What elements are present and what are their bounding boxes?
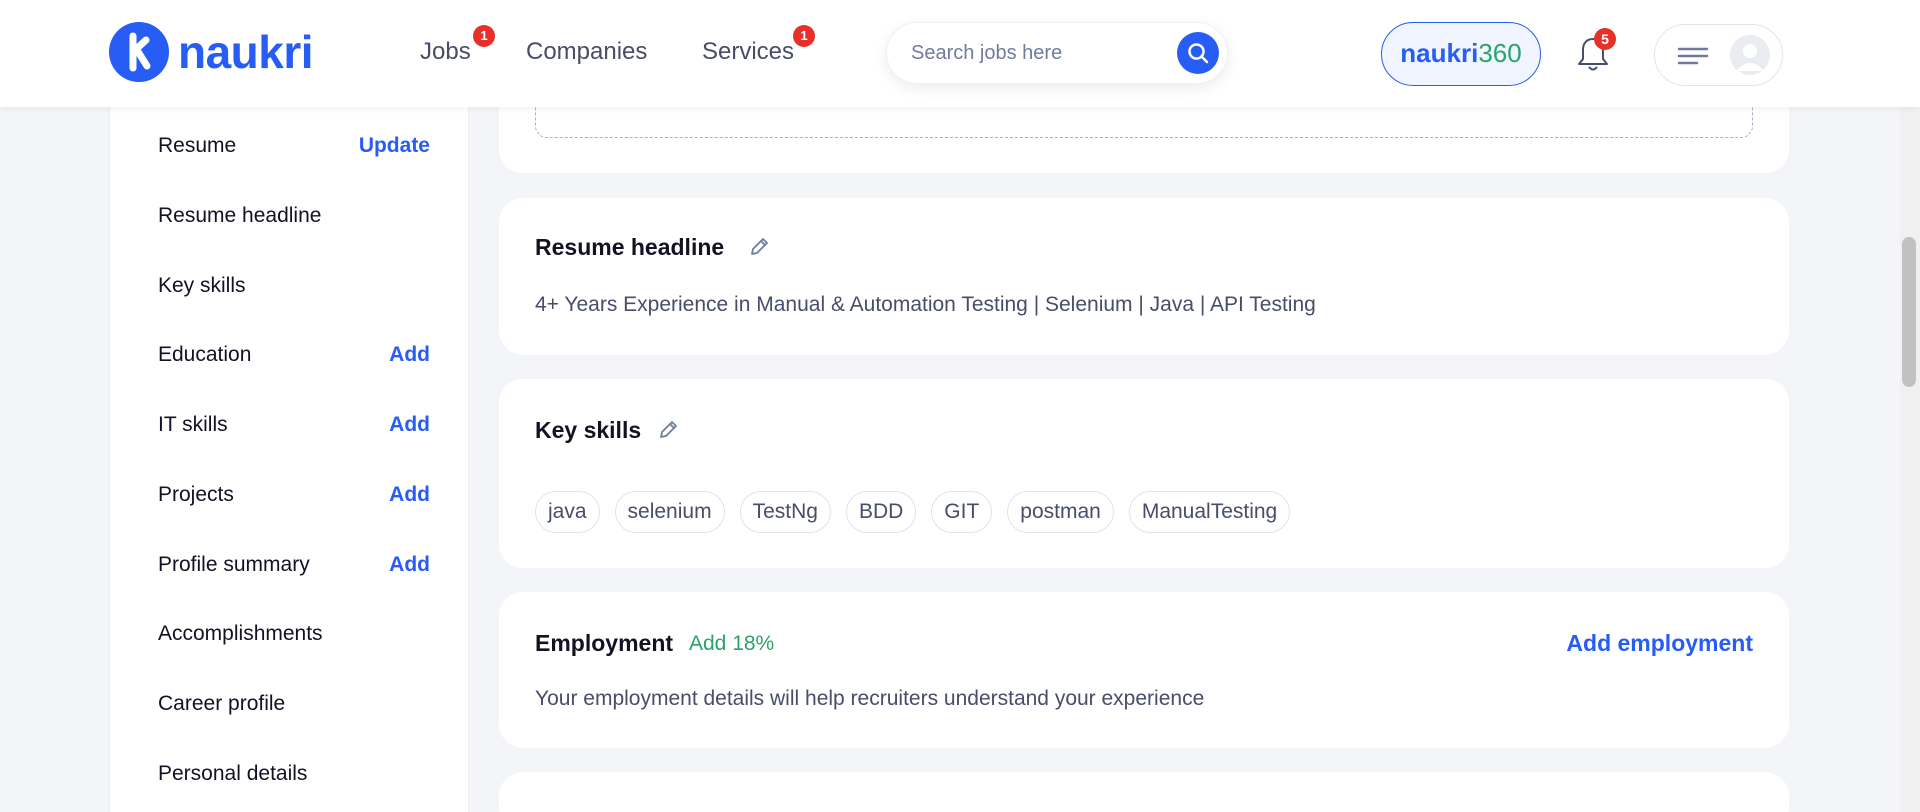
next-section-card <box>499 772 1789 812</box>
sidebar-item-label: Personal details <box>158 762 308 785</box>
services-badge: 1 <box>793 25 815 47</box>
sidebar-item-accomplishments[interactable]: Accomplishments <box>158 614 430 654</box>
sidebar-item-label: Projects <box>158 483 234 506</box>
resume-headline-text: 4+ Years Experience in Manual & Automati… <box>535 293 1316 316</box>
sidebar-item-projects[interactable]: Projects Add <box>158 475 430 515</box>
key-skills-card: Key skills java selenium TestNg BDD GIT … <box>499 379 1789 568</box>
nav-companies[interactable]: Companies <box>526 38 647 66</box>
sidebar-item-label: Education <box>158 343 252 366</box>
naukri-logo[interactable]: naukri <box>109 22 314 82</box>
sidebar-item-education[interactable]: Education Add <box>158 335 430 375</box>
sidebar-item-profile-summary[interactable]: Profile summary Add <box>158 545 430 585</box>
sidebar-item-label: Resume <box>158 134 237 157</box>
quick-links-sidebar: Resume Update Resume headline Key skills… <box>109 107 469 812</box>
search-input[interactable] <box>911 23 1161 83</box>
search-bar <box>886 22 1228 84</box>
sidebar-item-resume[interactable]: Resume Update <box>158 126 430 166</box>
sidebar-item-personal-details[interactable]: Personal details <box>158 754 430 794</box>
skill-chip: java <box>535 491 600 533</box>
skill-chip: selenium <box>614 491 725 533</box>
employment-add-percent: Add 18% <box>689 632 775 655</box>
naukri360-number: 360 <box>1478 38 1522 68</box>
sidebar-item-it-skills[interactable]: IT skills Add <box>158 405 430 445</box>
profile-summary-add-link[interactable]: Add <box>389 553 430 577</box>
naukri360-label: naukri <box>1400 38 1479 68</box>
sidebar-item-label: Profile summary <box>158 553 310 576</box>
employment-description: Your employment details will help recrui… <box>535 687 1205 710</box>
skill-chip: BDD <box>845 491 917 533</box>
skill-chip: GIT <box>931 491 993 533</box>
sidebar-item-label: Accomplishments <box>158 622 323 645</box>
notification-count-badge: 5 <box>1594 28 1616 50</box>
user-icon <box>1736 44 1764 71</box>
add-employment-button[interactable]: Add employment <box>1566 630 1753 657</box>
sidebar-item-label: Career profile <box>158 692 286 715</box>
scrollbar-thumb[interactable] <box>1902 237 1916 387</box>
sidebar-item-label: IT skills <box>158 413 228 436</box>
logo-text: naukri <box>178 26 314 78</box>
search-icon <box>1188 43 1209 64</box>
nav-jobs[interactable]: Jobs <box>420 38 471 66</box>
skill-chips: java selenium TestNg BDD GIT postman Man… <box>535 491 1305 533</box>
naukri360-button[interactable]: naukri360 <box>1381 22 1541 86</box>
search-button[interactable] <box>1177 32 1219 74</box>
edit-pencil-icon[interactable] <box>657 419 679 441</box>
nav-services[interactable]: Services <box>702 38 794 66</box>
profile-menu-button[interactable] <box>1654 24 1783 86</box>
sidebar-item-career-profile[interactable]: Career profile <box>158 684 430 724</box>
sidebar-item-label: Key skills <box>158 274 246 297</box>
projects-add-link[interactable]: Add <box>389 483 430 507</box>
resume-headline-card: Resume headline 4+ Years Experience in M… <box>499 198 1789 355</box>
edit-pencil-icon[interactable] <box>748 236 770 258</box>
top-header: naukri Jobs 1 Companies Services 1 naukr… <box>0 0 1920 107</box>
sidebar-item-resume-headline[interactable]: Resume headline <box>158 196 430 236</box>
sidebar-item-key-skills[interactable]: Key skills <box>158 266 430 306</box>
education-add-link[interactable]: Add <box>389 343 430 367</box>
it-skills-add-link[interactable]: Add <box>389 413 430 437</box>
employment-title: Employment <box>535 630 674 656</box>
avatar <box>1730 35 1770 75</box>
resume-headline-title: Resume headline <box>535 234 725 260</box>
jobs-badge: 1 <box>473 25 495 47</box>
naukri-logo-icon <box>109 22 169 82</box>
employment-card: Employment Add 18% Add employment Your e… <box>499 592 1789 748</box>
key-skills-title: Key skills <box>535 417 642 443</box>
page-scrollbar[interactable] <box>1900 107 1920 812</box>
skill-chip: TestNg <box>739 491 831 533</box>
hamburger-icon <box>1677 47 1709 65</box>
resume-update-link[interactable]: Update <box>359 134 430 158</box>
skill-chip: ManualTesting <box>1128 491 1291 533</box>
sidebar-item-label: Resume headline <box>158 204 322 227</box>
skill-chip: postman <box>1007 491 1114 533</box>
